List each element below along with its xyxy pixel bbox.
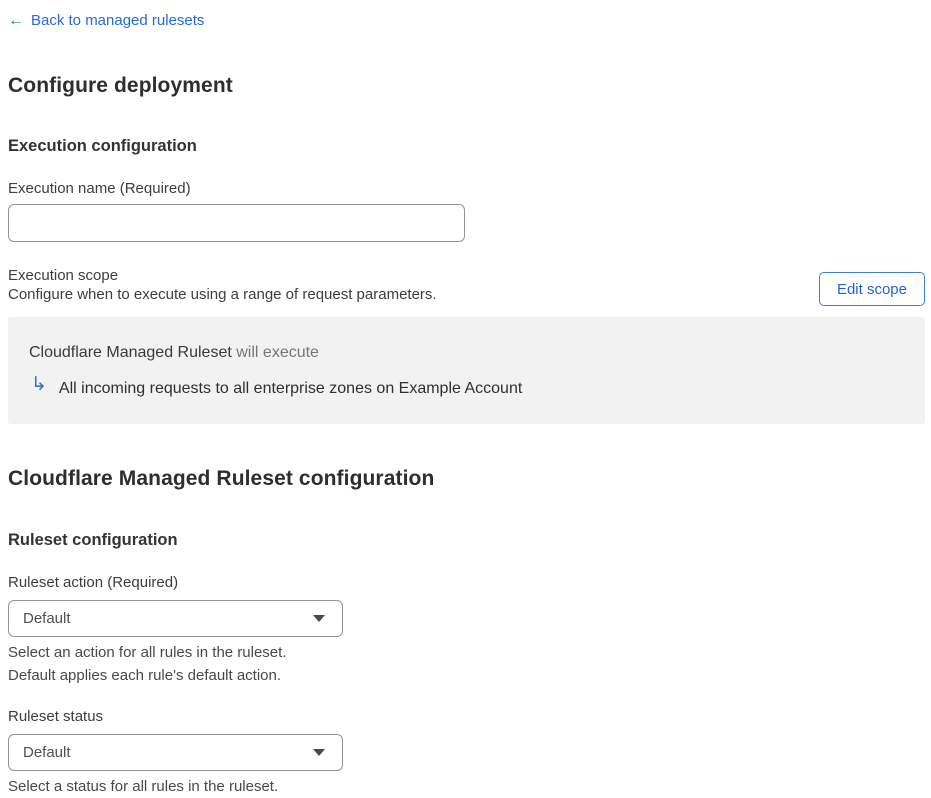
ruleset-status-select[interactable]: Default bbox=[8, 734, 343, 771]
execution-scope-text-block: Execution scope Configure when to execut… bbox=[8, 266, 437, 304]
execution-scope-row: Execution scope Configure when to execut… bbox=[8, 266, 925, 306]
back-link-label: Back to managed rulesets bbox=[31, 12, 205, 29]
configure-deployment-page: ← Back to managed rulesets Configure dep… bbox=[0, 0, 931, 795]
scope-summary-line: Cloudflare Managed Ruleset will execute bbox=[29, 343, 904, 363]
scope-detail-text: All incoming requests to all enterprise … bbox=[58, 380, 523, 397]
ruleset-status-label: Ruleset status bbox=[8, 708, 104, 725]
execution-name-label: Execution name (Required) bbox=[8, 180, 191, 197]
ruleset-status-help-line1: Select a status for all rules in the rul… bbox=[8, 778, 279, 795]
ruleset-action-label: Ruleset action (Required) bbox=[8, 574, 179, 591]
ruleset-configuration-heading: Cloudflare Managed Ruleset configuration bbox=[8, 467, 435, 490]
back-arrow-icon: ← bbox=[8, 12, 24, 29]
scope-summary-panel: Cloudflare Managed Ruleset will execute … bbox=[8, 317, 925, 424]
ruleset-configuration-subheading: Ruleset configuration bbox=[8, 531, 178, 549]
ruleset-action-selected-value: Default bbox=[23, 610, 71, 627]
chevron-down-icon bbox=[313, 749, 325, 756]
scope-will-execute-text: will execute bbox=[236, 344, 319, 361]
execution-configuration-heading: Execution configuration bbox=[8, 137, 197, 155]
scope-detail-line: ↳ All incoming requests to all enterpris… bbox=[31, 374, 904, 400]
ruleset-action-help: Select an action for all rules in the ru… bbox=[8, 641, 925, 687]
ruleset-status-help: Select a status for all rules in the rul… bbox=[8, 775, 925, 798]
ruleset-status-selected-value: Default bbox=[23, 744, 71, 761]
hook-arrow-icon: ↳ bbox=[31, 374, 47, 395]
ruleset-action-select[interactable]: Default bbox=[8, 600, 343, 637]
page-title: Configure deployment bbox=[8, 74, 233, 97]
scope-ruleset-name: Cloudflare Managed Ruleset bbox=[29, 344, 232, 361]
edit-scope-button[interactable]: Edit scope bbox=[818, 272, 925, 306]
execution-scope-label: Execution scope bbox=[8, 267, 119, 284]
execution-name-input[interactable] bbox=[8, 204, 465, 242]
execution-scope-description: Configure when to execute using a range … bbox=[8, 286, 437, 303]
back-to-managed-rulesets-link[interactable]: ← Back to managed rulesets bbox=[8, 12, 204, 30]
ruleset-action-help-line1: Select an action for all rules in the ru… bbox=[8, 644, 287, 661]
ruleset-action-help-line2: Default applies each rule's default acti… bbox=[8, 667, 282, 684]
chevron-down-icon bbox=[313, 615, 325, 622]
